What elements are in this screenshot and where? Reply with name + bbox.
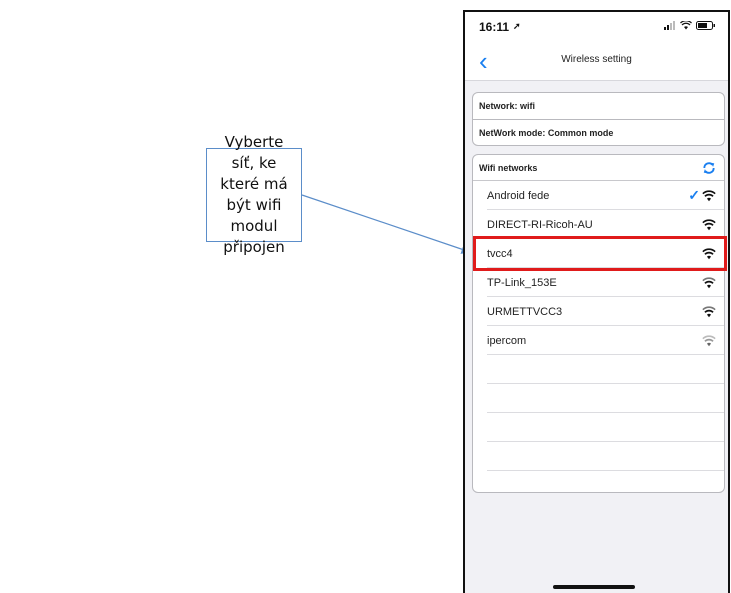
cellular-signal-icon bbox=[664, 21, 675, 30]
page-title: Wireless setting bbox=[561, 54, 632, 65]
network-name: TP-Link_153E bbox=[487, 276, 557, 289]
network-name-row: Network: wifi bbox=[479, 101, 536, 111]
home-indicator bbox=[553, 585, 635, 589]
network-mode-row[interactable]: NetWork mode: Common mode bbox=[473, 119, 724, 145]
empty-row bbox=[473, 442, 724, 471]
nav-bar: ‹ Wireless setting bbox=[465, 44, 728, 81]
wifi-signal-icon bbox=[702, 305, 716, 317]
empty-row bbox=[473, 471, 724, 492]
network-name: URMETTVCC3 bbox=[487, 305, 563, 318]
network-name: Android fede bbox=[487, 189, 550, 202]
wifi-signal-icon bbox=[702, 276, 716, 288]
wifi-signal-icon bbox=[702, 189, 716, 201]
location-arrow-icon: ➚ bbox=[513, 21, 521, 31]
status-bar: 16:11 ➚ bbox=[465, 12, 728, 44]
phone-screen: 16:11 ➚ ‹ Wireless setting Network: wifi… bbox=[463, 10, 730, 593]
wifi-signal-icon bbox=[702, 218, 716, 230]
wifi-networks-header: Wifi networks bbox=[473, 155, 724, 181]
battery-icon bbox=[696, 21, 715, 30]
callout-instruction: Vyberte síť, ke které má být wifi modul … bbox=[206, 133, 302, 256]
status-time: 16:11 bbox=[479, 20, 510, 34]
network-item-ipercom[interactable]: ipercom bbox=[473, 326, 724, 355]
empty-row bbox=[473, 413, 724, 442]
empty-row bbox=[473, 384, 724, 413]
status-icons bbox=[664, 21, 716, 30]
network-item-android-fede[interactable]: Android fede ✓ bbox=[473, 181, 724, 210]
network-info-card: Network: wifi NetWork mode: Common mode bbox=[472, 92, 725, 146]
selected-network-highlight bbox=[473, 236, 727, 271]
network-name: ipercom bbox=[487, 334, 527, 347]
network-name: DIRECT-RI-Ricoh-AU bbox=[487, 218, 593, 231]
network-item-tp-link[interactable]: TP-Link_153E bbox=[473, 268, 724, 297]
connected-check-icon: ✓ bbox=[688, 187, 700, 203]
wifi-networks-title: Wifi networks bbox=[479, 162, 538, 173]
empty-row bbox=[473, 355, 724, 384]
network-item-urmettvcc3[interactable]: URMETTVCC3 bbox=[473, 297, 724, 326]
wifi-status-icon bbox=[680, 21, 692, 30]
wifi-signal-icon bbox=[702, 334, 716, 346]
refresh-icon[interactable] bbox=[702, 161, 716, 175]
wifi-networks-card: Wifi networks Android fede ✓ DIRECT-RI-R… bbox=[472, 154, 725, 493]
network-item-direct-ricoh[interactable]: DIRECT-RI-Ricoh-AU bbox=[473, 210, 724, 239]
